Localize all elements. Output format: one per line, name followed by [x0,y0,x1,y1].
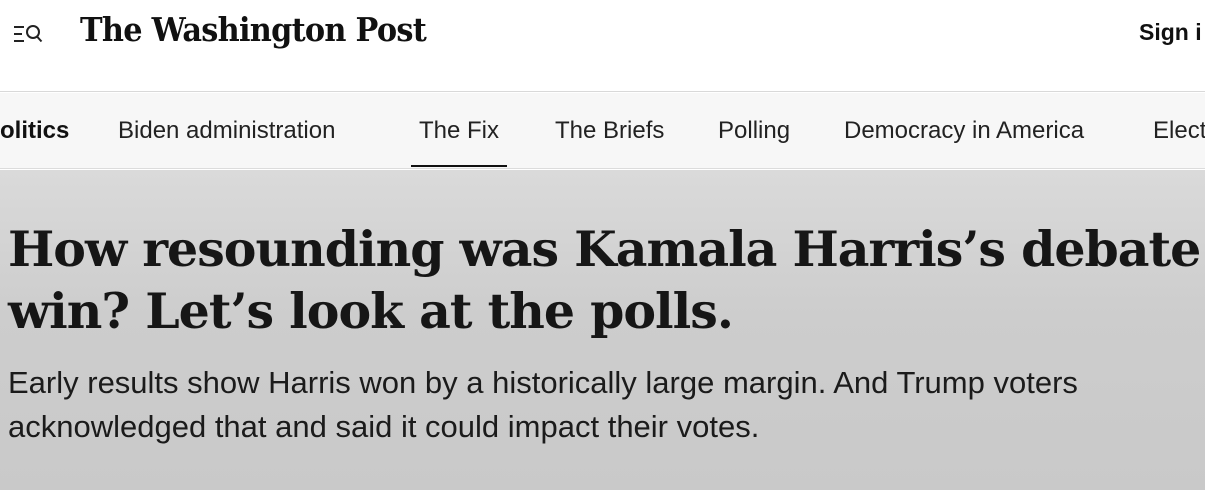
nav-item-elections[interactable]: Elect [1153,117,1205,145]
nav-item-democracy-in-america[interactable]: Democracy in America [844,117,1084,145]
sign-in-button[interactable]: Sign i [1139,19,1202,46]
nav-item-polling[interactable]: Polling [718,117,790,145]
article-hero: How resounding was Kamala Harris’s debat… [0,170,1205,490]
headline[interactable]: How resounding was Kamala Harris’s debat… [8,218,1203,342]
nav-item-the-briefs[interactable]: The Briefs [555,117,664,145]
article-dek: Early results show Harris won by a histo… [8,365,1078,444]
section-nav: olitics Biden administration The Fix The… [0,93,1205,169]
nav-item-biden-administration[interactable]: Biden administration [118,117,335,145]
active-tab-indicator [411,165,507,167]
page: The Washington Post Sign i olitics Biden… [0,0,1205,490]
menu-search-icon[interactable] [12,21,44,47]
masthead: The Washington Post Sign i [0,0,1205,92]
nav-item-politics[interactable]: olitics [0,117,69,145]
nav-item-the-fix[interactable]: The Fix [419,117,499,145]
logo[interactable]: The Washington Post [80,10,427,49]
